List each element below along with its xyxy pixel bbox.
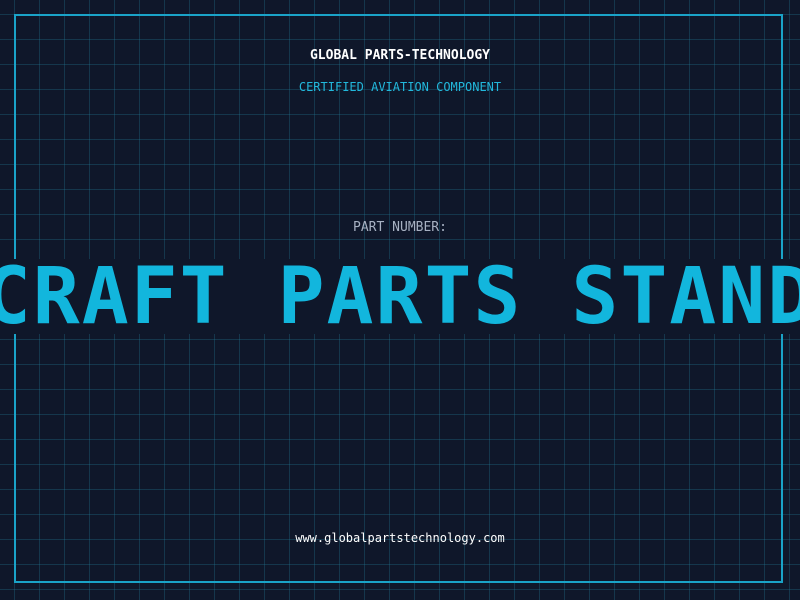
company-name: GLOBAL PARTS-TECHNOLOGY <box>309 48 490 63</box>
part-number-banner: AIRCRAFT PARTS STANDARD <box>0 259 800 334</box>
part-number-label: PART NUMBER: <box>353 220 447 235</box>
website-url: www.globalpartstechnology.com <box>295 531 505 545</box>
certificate-card: GLOBAL PARTS-TECHNOLOGY CERTIFIED AVIATI… <box>0 0 800 600</box>
certification-tagline: CERTIFIED AVIATION COMPONENT <box>298 80 502 94</box>
part-number-value: AIRCRAFT PARTS STANDARD <box>0 259 800 334</box>
